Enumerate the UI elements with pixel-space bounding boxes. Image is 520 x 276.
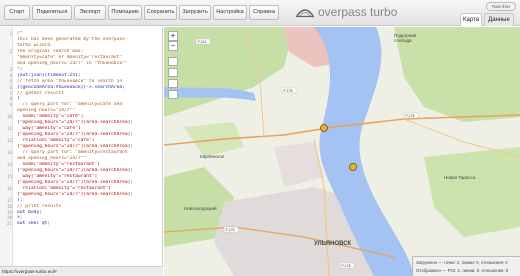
code-line: and opening_hours="24/7"": [17, 155, 87, 161]
zoom-in-button[interactable]: +: [168, 31, 178, 41]
label-novaya-tarassa: Новая Тарасса: [444, 175, 476, 180]
code-line: ["opening_hours"="24/7"](area.searchArea…: [17, 179, 134, 185]
line-number: 2: [9, 48, 12, 54]
line-number: 4: [9, 72, 12, 78]
zoom-out-button[interactable]: −: [168, 41, 178, 51]
poi-marker[interactable]: [349, 163, 357, 171]
run-button[interactable]: Старт: [4, 5, 30, 20]
app-title: overpass turbo: [318, 5, 398, 19]
map-canvas[interactable]: Подгорная слобода Карлинское Новоселдоцк…: [164, 27, 520, 276]
wizard-button[interactable]: Помощник: [108, 5, 142, 20]
label-novoseldotsky: Новоселдоцкий: [184, 205, 217, 211]
code-line: // query part for: "amenity=restaurant: [17, 150, 128, 155]
code-line: node["amenity"="cafe"]: [17, 114, 84, 120]
zoom-to-data-icon[interactable]: [168, 79, 178, 88]
line-number: 14: [6, 161, 12, 167]
road-shield-label: Р-178: [406, 114, 415, 118]
line-number: 15: [6, 173, 12, 179]
save-button[interactable]: Сохранить: [144, 5, 177, 20]
code-line: // query part for: "amenity=cafe and: [17, 102, 123, 108]
line-number: 5: [9, 78, 12, 84]
code-line: ["opening_hours"="24/7"](area.searchArea…: [17, 191, 134, 197]
code-line: [out:json][timeout:25];: [17, 72, 81, 78]
code-line: // fetch area "Ульяновск" to search in: [17, 78, 123, 84]
code-line: );: [17, 197, 23, 203]
settings-button[interactable]: Настройка: [213, 5, 247, 20]
overpass-logo-icon: [296, 9, 314, 18]
code-line: turbo wizard.: [17, 42, 53, 48]
code-line: The original search was:: [17, 48, 84, 54]
code-line: out skel qt;: [17, 221, 51, 227]
share-button[interactable]: Поделиться: [32, 5, 72, 20]
line-number: 7: [9, 90, 12, 96]
line-number: 6: [9, 84, 12, 90]
line-number-gutter: 1 2 3 4 5 6 7 8 9 10 11 12 13 14 15 16 17 18 19 20 21: [0, 27, 13, 266]
map-view[interactable]: Подгорная слобода Карлинское Новоселдоцк…: [164, 27, 520, 276]
layers-icon[interactable]: [168, 90, 178, 99]
tab-map[interactable]: Карта: [460, 13, 482, 26]
toolbar: Старт Поделиться Экспорт Помощник Сохран…: [0, 0, 520, 26]
code-line: and opening_hours="24/7" in "Ульяновск"": [17, 60, 128, 66]
query-editor[interactable]: 1 2 3 4 5 6 7 8 9 10 11 12 13 14 15 16 17 18 19 20 21 /* This…: [0, 27, 163, 266]
code-line: out body;: [17, 209, 42, 215]
line-number: 13: [6, 150, 12, 155]
line-number: 1: [9, 31, 12, 36]
rate-badge[interactable]: Rate this!: [486, 2, 516, 11]
load-button[interactable]: Загрузить: [179, 5, 211, 20]
locate-icon[interactable]: [168, 68, 178, 77]
poi-marker[interactable]: [320, 124, 328, 132]
road-shield-label: Р-241: [198, 40, 207, 44]
code-line: ["opening_hours"="24/7"](area.searchArea…: [17, 167, 134, 173]
displayed-stats: Отображено — POI: 2, линии: 0, отношения…: [416, 268, 509, 273]
code-line: node["amenity"="restaurant"]: [17, 161, 100, 167]
code-line: way["amenity"="restaurant"]: [17, 173, 98, 179]
code-line: relation["amenity"="cafe"]: [17, 138, 95, 144]
code-line: /*: [17, 31, 23, 36]
status-url: https://overpass-turbo.eu/#: [2, 269, 57, 274]
code-line: // print results: [17, 203, 62, 209]
code-line: ["opening_hours"="24/7"](area.searchArea…: [17, 132, 134, 138]
code-line: ["opening_hours"="24/7"](area.searchArea…: [17, 144, 134, 150]
line-number: 10: [6, 114, 12, 120]
line-number: 21: [6, 221, 12, 227]
line-number: 19: [6, 209, 12, 215]
search-icon[interactable]: [168, 57, 178, 66]
code-line: >;: [17, 215, 23, 221]
code-line: */: [17, 66, 23, 72]
code-line: // gather results: [17, 90, 65, 96]
line-number: 9: [9, 102, 12, 108]
map-status-panel: Загружено — точки: 2, линии: 0, отношени…: [412, 256, 520, 276]
road-shield-label: Р-178: [226, 228, 235, 232]
line-number: 16: [6, 185, 12, 191]
line-number: 17: [6, 197, 12, 203]
line-number: 8: [9, 96, 12, 102]
label-karlinskoe: Карлинское: [200, 154, 225, 159]
code-line: relation["amenity"="restaurant"]: [17, 185, 112, 191]
road-shield-label: Р-178: [284, 89, 293, 93]
line-number: 3: [9, 66, 12, 72]
label-city: УЛЬЯНОВСК: [314, 241, 352, 247]
line-number: 11: [6, 126, 12, 132]
code-line: "amenity=cafe" or amenity="restaurant": [17, 54, 123, 60]
line-number: 18: [6, 203, 12, 209]
road-shield-label: Р-178: [342, 264, 351, 268]
code-line: This has been generated by the overpass-: [17, 36, 128, 42]
code-line: way["amenity"="cafe"]: [17, 126, 81, 132]
export-button[interactable]: Экспорт: [74, 5, 106, 20]
overpass-turbo-app: Старт Поделиться Экспорт Помощник Сохран…: [0, 0, 520, 276]
help-button[interactable]: Справка: [249, 5, 279, 20]
browser-status-bar: https://overpass-turbo.eu/#: [0, 266, 163, 276]
code-line: opening_hours="24/7"": [17, 108, 76, 114]
line-number: 12: [6, 138, 12, 144]
tab-data[interactable]: Данные: [484, 13, 514, 26]
code-line: (: [17, 96, 20, 102]
line-number: 20: [6, 215, 12, 221]
code-line: {{geocodeArea:Ульяновск}}->.searchArea;: [17, 84, 125, 90]
loaded-stats: Загружено — точки: 2, линии: 0, отношени…: [416, 260, 508, 265]
code-line: ["opening_hours"="24/7"](area.searchArea…: [17, 120, 134, 126]
